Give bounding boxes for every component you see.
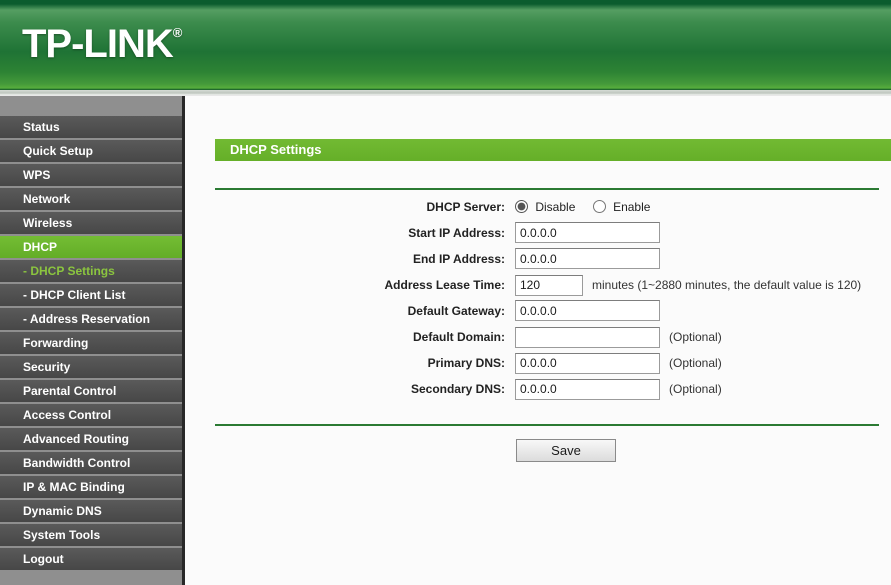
primary-dns-input[interactable] [515, 352, 660, 374]
gateway-input[interactable] [515, 300, 660, 322]
dhcp-server-enable-label[interactable]: Enable [613, 200, 650, 214]
page-header: TP-LINK® [0, 0, 891, 90]
secondary-dns-label: Secondary DNS: [410, 382, 505, 396]
sidebar-item-logout[interactable]: Logout [0, 548, 182, 570]
page-title: DHCP Settings [215, 139, 891, 161]
sidebar-item-dynamic-dns[interactable]: Dynamic DNS [0, 500, 182, 522]
sidebar-item-security[interactable]: Security [0, 356, 182, 378]
dhcp-server-disable-radio[interactable] [515, 200, 528, 213]
sidebar-menu: Status Quick Setup WPS Network Wireless … [0, 96, 182, 585]
logo-text: TP-LINK [22, 22, 174, 66]
secondary-dns-input[interactable] [515, 378, 660, 400]
secondary-dns-note: (Optional) [669, 382, 722, 396]
main-content: DHCP Settings DHCP Server: Disable Enabl… [185, 96, 891, 585]
tplink-logo: TP-LINK® [22, 22, 182, 67]
dhcp-server-disable-label[interactable]: Disable [535, 200, 575, 214]
sidebar-item-quick-setup[interactable]: Quick Setup [0, 140, 182, 162]
end-ip-input[interactable] [515, 248, 660, 270]
sidebar-item-dhcp[interactable]: DHCP [0, 236, 182, 258]
sidebar-item-dhcp-client-list[interactable]: - DHCP Client List [0, 284, 182, 306]
domain-input[interactable] [515, 326, 660, 348]
form-row-domain: Default Domain: (Optional) [185, 326, 891, 352]
lease-time-label: Address Lease Time: [384, 278, 506, 292]
sidebar-item-wps[interactable]: WPS [0, 164, 182, 186]
router-admin-page: TP-LINK® Status Quick Setup WPS Network … [0, 0, 891, 585]
dhcp-server-label: DHCP Server: [426, 200, 505, 214]
gateway-label: Default Gateway: [407, 304, 505, 318]
form-row-end-ip: End IP Address: [185, 248, 891, 274]
primary-dns-label: Primary DNS: [427, 356, 505, 370]
top-separator [215, 188, 879, 190]
sidebar-item-system-tools[interactable]: System Tools [0, 524, 182, 546]
form-row-dhcp-server: DHCP Server: Disable Enable [185, 196, 891, 222]
bottom-separator [215, 424, 879, 426]
sidebar-item-wireless[interactable]: Wireless [0, 212, 182, 234]
lease-time-input[interactable] [515, 274, 583, 296]
sidebar-item-network[interactable]: Network [0, 188, 182, 210]
dhcp-server-enable-radio[interactable] [592, 200, 606, 213]
end-ip-label: End IP Address: [412, 252, 505, 266]
start-ip-input[interactable] [515, 222, 660, 244]
sidebar-item-advanced-routing[interactable]: Advanced Routing [0, 428, 182, 450]
save-button[interactable]: Save [516, 439, 616, 462]
form-row-lease-time: Address Lease Time: minutes (1~2880 minu… [185, 274, 891, 300]
sidebar-item-dhcp-settings[interactable]: - DHCP Settings [0, 260, 182, 282]
primary-dns-note: (Optional) [669, 356, 722, 370]
sidebar-item-status[interactable]: Status [0, 116, 182, 138]
registered-mark: ® [172, 25, 183, 40]
sidebar-item-ip-mac-binding[interactable]: IP & MAC Binding [0, 476, 182, 498]
form-row-start-ip: Start IP Address: [185, 222, 891, 248]
domain-note: (Optional) [669, 330, 722, 344]
sidebar-item-access-control[interactable]: Access Control [0, 404, 182, 426]
form-row-gateway: Default Gateway: [185, 300, 891, 326]
form-row-secondary-dns: Secondary DNS: (Optional) [185, 378, 891, 404]
start-ip-label: Start IP Address: [408, 226, 505, 240]
sidebar-item-bandwidth-control[interactable]: Bandwidth Control [0, 452, 182, 474]
form-row-primary-dns: Primary DNS: (Optional) [185, 352, 891, 378]
sidebar-item-parental-control[interactable]: Parental Control [0, 380, 182, 402]
sidebar-item-address-reservation[interactable]: - Address Reservation [0, 308, 182, 330]
domain-label: Default Domain: [412, 330, 505, 344]
dhcp-server-radio-group: Disable Enable [515, 196, 664, 222]
sidebar-item-forwarding[interactable]: Forwarding [0, 332, 182, 354]
lease-time-note: minutes (1~2880 minutes, the default val… [592, 278, 862, 292]
